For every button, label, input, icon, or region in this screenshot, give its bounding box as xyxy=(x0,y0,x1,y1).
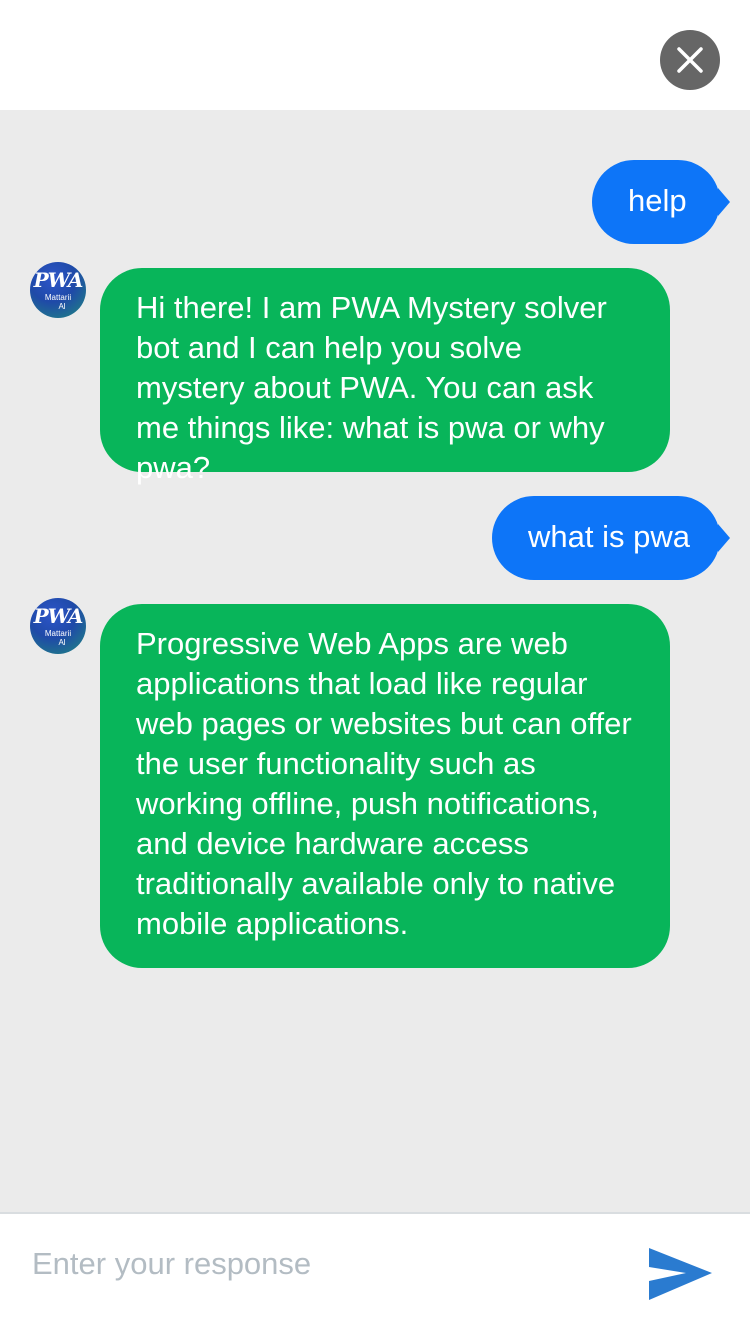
avatar-logo-subtext: Al xyxy=(58,302,66,311)
close-icon xyxy=(677,47,703,73)
bot-message-text: Hi there! I am PWA Mystery solver bot an… xyxy=(136,290,607,485)
avatar-logo-subtext: Al xyxy=(58,638,66,647)
user-message-text: what is pwa xyxy=(528,519,690,554)
bot-message-bubble: Progressive Web Apps are web application… xyxy=(100,604,670,968)
send-icon xyxy=(649,1248,712,1300)
response-input[interactable] xyxy=(32,1242,592,1286)
user-message-bubble: what is pwa xyxy=(492,496,730,580)
avatar-logo-text: PWA xyxy=(33,604,84,628)
avatar-logo-text: PWA xyxy=(33,268,84,292)
close-button[interactable] xyxy=(660,30,720,90)
composer-bar xyxy=(0,1212,750,1334)
avatar-logo-subtext: Mattarii xyxy=(44,629,72,638)
chat-thread[interactable]: help PWA Mattarii Al Hi there! I am PWA … xyxy=(0,110,750,1212)
bot-message-text: Progressive Web Apps are web application… xyxy=(136,626,632,941)
bot-avatar: PWA Mattarii Al xyxy=(30,262,86,318)
bot-avatar: PWA Mattarii Al xyxy=(30,598,86,654)
user-message-bubble: help xyxy=(592,160,730,244)
avatar-logo-subtext: Mattarii xyxy=(44,293,72,302)
user-message-text: help xyxy=(628,183,687,218)
send-button[interactable] xyxy=(646,1246,714,1302)
header-bar xyxy=(0,0,750,110)
bot-message-bubble: Hi there! I am PWA Mystery solver bot an… xyxy=(100,268,670,485)
